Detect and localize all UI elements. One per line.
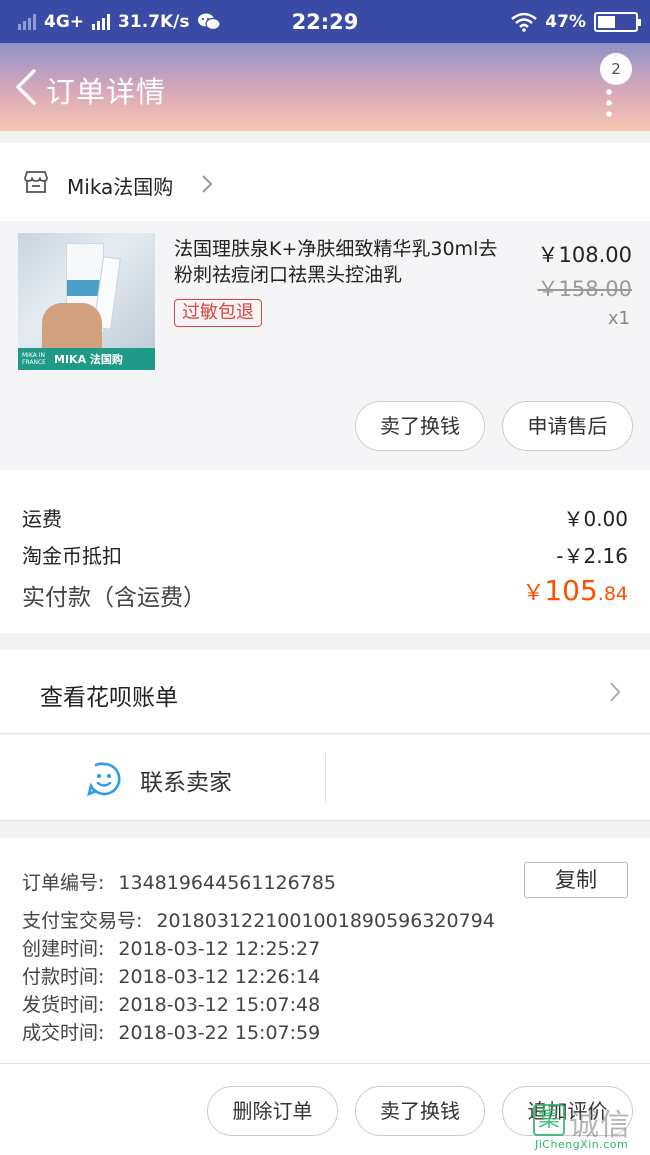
contact-seller-button[interactable]: 联系卖家: [140, 763, 232, 797]
shipping-label: 运费: [22, 507, 62, 531]
shop-row[interactable]: Mika法国购: [0, 143, 650, 221]
total-value: ￥105.84: [522, 574, 628, 607]
header: 订单详情 2: [0, 43, 650, 131]
paid-label: 付款时间:: [22, 966, 105, 988]
created-time: 2018-03-12 12:25:27: [118, 938, 321, 960]
watermark: 集 诚信 JiChengXin.com: [533, 1100, 650, 1155]
watermark-logo: 集: [533, 1104, 565, 1136]
product-title[interactable]: 法国理肤泉K+净肤细致精华乳30ml去粉刺祛痘闭口祛黑头控油乳: [174, 236, 514, 288]
page-title: 订单详情: [46, 75, 167, 109]
order-number-row: 订单编号: 134819644561126785: [22, 868, 336, 895]
divider: [325, 753, 326, 803]
sell-button[interactable]: 卖了换钱: [355, 401, 485, 451]
fees-section: 运费 ￥0.00 淘金币抵扣 -￥2.16 实付款（含运费） ￥105.84: [0, 470, 650, 633]
shop-name: Mika法国购: [67, 175, 174, 199]
status-bar: 4G+ 31.7K/s 22:29 47%: [0, 0, 650, 43]
copy-button[interactable]: 复制: [524, 862, 628, 898]
order-number: 134819644561126785: [118, 872, 336, 894]
product-image[interactable]: MIKA IN FRANCE MIKA 法国购: [18, 233, 155, 370]
shipped-time: 2018-03-12 15:07:48: [118, 994, 321, 1016]
notification-badge[interactable]: 2: [600, 53, 632, 85]
chat-face-icon[interactable]: [86, 761, 122, 797]
product-quantity: x1: [607, 308, 630, 329]
sell-button[interactable]: 卖了换钱: [355, 1086, 485, 1136]
shipped-label: 发货时间:: [22, 994, 105, 1016]
delete-order-button[interactable]: 删除订单: [207, 1086, 338, 1136]
battery-percent: 47%: [545, 11, 586, 32]
battery-fill: [598, 15, 615, 28]
created-row: 创建时间: 2018-03-12 12:25:27: [22, 934, 320, 961]
wifi-icon: [511, 12, 538, 32]
coin-deduction-label: 淘金币抵扣: [22, 544, 122, 568]
completed-label: 成交时间:: [22, 1022, 105, 1044]
battery-icon: [594, 11, 641, 32]
order-info: 订单编号: 134819644561126785 复制 支付宝交易号: 201803…: [0, 838, 650, 1063]
completed-row: 成交时间: 2018-03-22 15:07:59: [22, 1018, 320, 1045]
status-right: 47%: [511, 0, 641, 43]
image-banner: MIKA IN FRANCE MIKA 法国购: [18, 348, 155, 370]
back-icon[interactable]: [12, 67, 42, 107]
huabei-bill-row[interactable]: 查看花呗账单: [0, 650, 650, 734]
total-decimal: .84: [597, 583, 628, 605]
total-label: 实付款（含运费）: [22, 585, 206, 611]
huabei-label: 查看花呗账单: [40, 685, 178, 711]
image-banner-small: MIKA IN FRANCE: [22, 352, 46, 366]
allergy-return-tag: 过敏包退: [174, 299, 262, 327]
after-sale-button[interactable]: 申请售后: [502, 401, 633, 451]
chevron-right-icon: [202, 175, 213, 193]
shipped-row: 发货时间: 2018-03-12 15:07:48: [22, 990, 320, 1017]
image-banner-text: MIKA 法国购: [54, 353, 123, 366]
shipping-value: ￥0.00: [563, 507, 628, 531]
created-label: 创建时间:: [22, 938, 105, 960]
total-currency: ￥: [522, 581, 545, 606]
order-number-label: 订单编号:: [22, 872, 105, 894]
contact-row: 联系卖家: [0, 735, 650, 821]
completed-time: 2018-03-22 15:07:59: [118, 1022, 321, 1044]
coin-deduction-value: -￥2.16: [556, 544, 628, 568]
product-card[interactable]: MIKA IN FRANCE MIKA 法国购 法国理肤泉K+净肤细致精华乳30…: [0, 221, 650, 470]
chevron-right-icon: [610, 682, 621, 702]
alipay-number: 2018031221001001890596320794: [156, 910, 495, 932]
shop-icon: [24, 171, 48, 193]
alipay-label: 支付宝交易号:: [22, 910, 143, 932]
watermark-url: JiChengXin.com: [535, 1138, 629, 1151]
paid-time: 2018-03-12 12:26:14: [118, 966, 321, 988]
original-price: ￥158.00: [537, 277, 632, 301]
product-price: ￥108.00: [537, 243, 632, 267]
paid-row: 付款时间: 2018-03-12 12:26:14: [22, 962, 320, 989]
more-icon[interactable]: [606, 89, 612, 117]
total-integer: 105: [544, 574, 598, 607]
alipay-row: 支付宝交易号: 2018031221001001890596320794: [22, 906, 495, 933]
